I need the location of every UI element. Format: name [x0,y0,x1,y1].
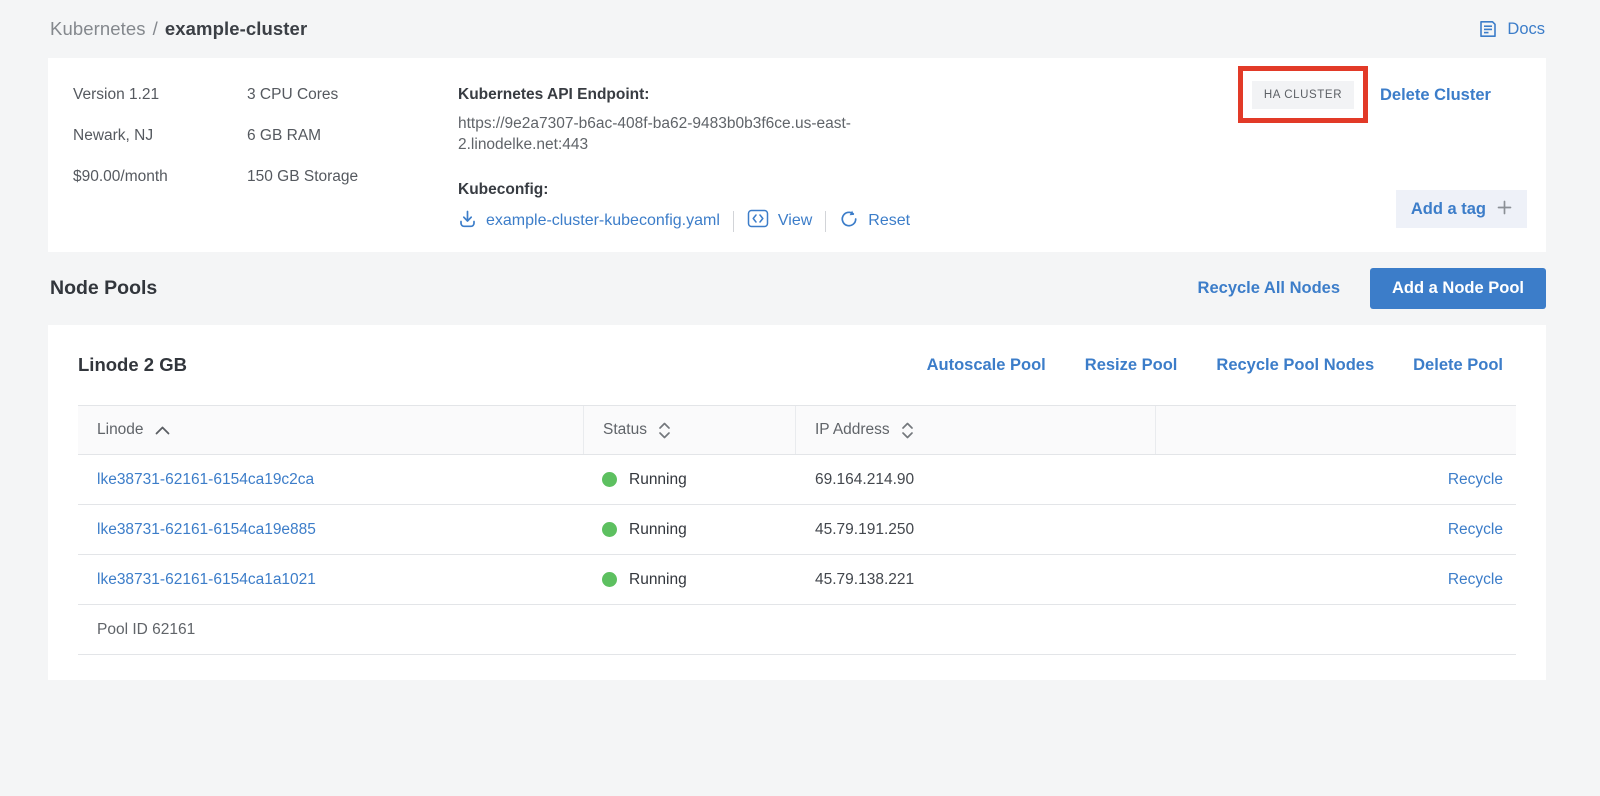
pool-name: Linode 2 GB [78,354,187,376]
add-tag-button[interactable]: Add a tag [1396,190,1527,228]
autoscale-pool-button[interactable]: Autoscale Pool [927,356,1046,375]
running-status-icon [602,522,617,537]
node-status: Running [583,521,795,539]
pool-header: Linode 2 GB Autoscale Pool Resize Pool R… [78,325,1516,405]
column-header-ip-address[interactable]: IP Address [795,406,1155,454]
resize-pool-button[interactable]: Resize Pool [1085,356,1178,375]
table-row: lke38731-62161-6154ca19c2ca Running 69.1… [78,455,1516,505]
divider [733,211,734,232]
reset-label: Reset [868,212,910,230]
cluster-specs-column-1: Version 1.21 Newark, NJ $90.00/month [73,84,247,228]
breadcrumb: Kubernetes / example-cluster [50,18,307,40]
kubeconfig-download-link[interactable]: example-cluster-kubeconfig.yaml [458,209,720,234]
running-status-icon [602,572,617,587]
recycle-node-button[interactable]: Recycle [1448,471,1503,488]
delete-pool-button[interactable]: Delete Pool [1413,356,1503,375]
node-status: Running [583,471,795,489]
node-link[interactable]: lke38731-62161-6154ca19e885 [97,521,316,538]
recycle-pool-nodes-button[interactable]: Recycle Pool Nodes [1216,356,1374,375]
node-link[interactable]: lke38731-62161-6154ca1a1021 [97,571,316,588]
sort-both-icon [901,422,914,439]
cluster-storage: 150 GB Storage [247,166,458,188]
running-status-icon [602,472,617,487]
kubeconfig-label: Kubeconfig: [458,179,930,201]
column-header-linode[interactable]: Linode [78,406,583,454]
code-icon [747,209,769,233]
cluster-specs-column-2: 3 CPU Cores 6 GB RAM 150 GB Storage [247,84,458,228]
download-icon [458,209,477,234]
api-endpoint-label: Kubernetes API Endpoint: [458,84,930,106]
breadcrumb-kubernetes[interactable]: Kubernetes [50,18,146,39]
recycle-all-nodes-button[interactable]: Recycle All Nodes [1198,279,1340,298]
breadcrumb-cluster-name: example-cluster [165,18,307,39]
add-node-pool-button[interactable]: Add a Node Pool [1370,268,1546,309]
node-ip: 45.79.191.250 [795,521,1155,539]
node-link[interactable]: lke38731-62161-6154ca19c2ca [97,471,314,488]
docs-label: Docs [1507,20,1545,39]
breadcrumb-separator: / [153,18,158,39]
add-tag-label: Add a tag [1411,200,1486,219]
kubernetes-cluster-page: Kubernetes / example-cluster Docs Version … [0,0,1600,680]
node-pool-card: Linode 2 GB Autoscale Pool Resize Pool R… [48,325,1546,680]
docs-icon [1478,19,1498,39]
kubeconfig-reset-button[interactable]: Reset [839,209,910,234]
node-ip: 69.164.214.90 [795,471,1155,489]
node-pools-title: Node Pools [50,277,157,300]
cluster-summary-card: Version 1.21 Newark, NJ $90.00/month 3 C… [48,58,1546,252]
kubeconfig-filename: example-cluster-kubeconfig.yaml [486,212,720,230]
table-row: lke38731-62161-6154ca19e885 Running 45.7… [78,505,1516,555]
kubeconfig-actions: example-cluster-kubeconfig.yaml View [458,209,930,233]
pool-id-footer: Pool ID 62161 [78,605,1516,655]
sort-both-icon [658,422,671,439]
top-bar: Kubernetes / example-cluster Docs [48,0,1546,58]
table-row: lke38731-62161-6154ca1a1021 Running 45.7… [78,555,1516,605]
annotation-highlight-box: HA CLUSTER [1238,66,1368,123]
node-pools-actions: Recycle All Nodes Add a Node Pool [1198,268,1546,309]
node-pools-header: Node Pools Recycle All Nodes Add a Node … [48,252,1546,325]
view-label: View [778,212,812,230]
node-ip: 45.79.138.221 [795,571,1155,589]
cluster-price: $90.00/month [73,166,247,188]
cluster-cpu: 3 CPU Cores [247,84,458,106]
pool-actions: Autoscale Pool Resize Pool Recycle Pool … [927,356,1516,375]
plus-icon [1497,200,1512,218]
cluster-ram: 6 GB RAM [247,125,458,147]
docs-link[interactable]: Docs [1478,19,1545,39]
cluster-version: Version 1.21 [73,84,247,106]
node-status: Running [583,571,795,589]
cluster-region: Newark, NJ [73,125,247,147]
reset-icon [839,209,859,234]
nodes-table: Linode Status [78,405,1516,655]
column-header-actions [1155,406,1516,454]
delete-cluster-button[interactable]: Delete Cluster [1380,86,1491,105]
divider [825,211,826,232]
api-endpoint-url: https://9e2a7307-b6ac-408f-ba62-9483b0b3… [458,113,918,155]
recycle-node-button[interactable]: Recycle [1448,521,1503,538]
ha-cluster-badge: HA CLUSTER [1252,81,1354,109]
endpoint-section: Kubernetes API Endpoint: https://9e2a730… [458,84,930,228]
kubeconfig-view-button[interactable]: View [747,209,812,233]
nodes-table-header: Linode Status [78,406,1516,455]
recycle-node-button[interactable]: Recycle [1448,571,1503,588]
column-header-status[interactable]: Status [583,406,795,454]
sort-asc-icon [155,426,170,435]
